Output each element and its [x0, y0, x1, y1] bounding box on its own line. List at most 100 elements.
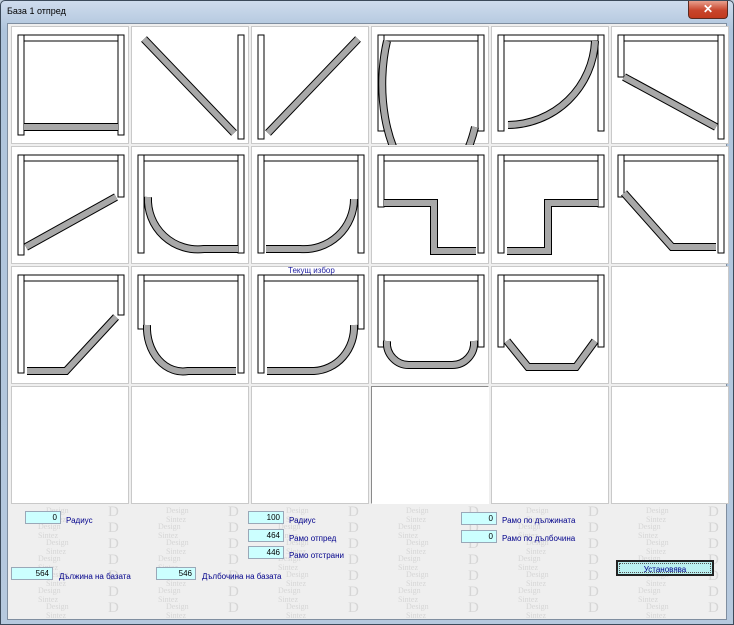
shape-option-round-small[interactable] — [371, 266, 489, 384]
rectangle-icon — [17, 34, 125, 136]
watermark-letter: D — [588, 600, 599, 616]
title-bar: База 1 отпред ✕ — [1, 1, 733, 23]
watermark-letter: D — [108, 584, 119, 600]
arc-small-right-icon — [257, 154, 365, 254]
watermark-text: DesignSintez — [406, 570, 429, 588]
watermark-text: DesignSintez — [286, 602, 309, 620]
shape-option-rectangle[interactable] — [11, 26, 129, 144]
watermark-letter: D — [348, 504, 359, 520]
watermark-letter: D — [708, 504, 719, 520]
watermark-text: DesignSintez — [646, 602, 669, 620]
shape-option-chamfer-both[interactable] — [491, 266, 609, 384]
chamfer-both-icon — [497, 274, 605, 371]
shape-option-diagonal-down[interactable] — [131, 26, 249, 144]
watermark-letter: D — [708, 536, 719, 552]
shape-grid — [11, 26, 733, 504]
empty-shape-slot — [611, 386, 729, 504]
apply-button[interactable]: Установява — [616, 560, 714, 576]
empty-shape-slot — [371, 386, 489, 504]
arc-small-left-icon — [137, 154, 245, 254]
shape-option-chamfer-right[interactable] — [611, 146, 729, 264]
watermark-text: DesignSintez — [398, 586, 421, 604]
radius-center-field[interactable]: 100 — [248, 511, 284, 524]
shape-option-round-right[interactable] — [251, 266, 369, 384]
empty-shape-slot — [11, 386, 129, 504]
watermark-text: DesignSintez — [158, 522, 181, 540]
watermark-letter: D — [228, 552, 239, 568]
watermark-letter: D — [108, 552, 119, 568]
watermark-letter: D — [348, 552, 359, 568]
close-button[interactable]: ✕ — [688, 1, 728, 19]
chamfer-left-icon — [17, 274, 125, 375]
base-length-label: Дължина на базата — [59, 572, 131, 581]
shape-option-diagonal-left[interactable] — [251, 26, 369, 144]
step-left-icon — [377, 154, 485, 255]
watermark-letter: D — [468, 584, 479, 600]
watermark-text: DesignSintez — [406, 602, 429, 620]
watermark-text: DesignSintez — [526, 602, 549, 620]
watermark-letter: D — [468, 568, 479, 584]
client-area: Текущ избор DesignSintez D DesignSintez D De… — [7, 23, 729, 620]
empty-shape-slot — [251, 386, 369, 504]
radius-left-label: Радиус — [66, 516, 93, 525]
shape-option-chamfer-left[interactable] — [11, 266, 129, 384]
radius-left-field[interactable]: 0 — [25, 511, 61, 524]
quarter-arc-icon — [377, 34, 485, 145]
watermark-letter: D — [348, 584, 359, 600]
watermark-letter: D — [588, 568, 599, 584]
watermark-letter: D — [468, 600, 479, 616]
watermark-text: DesignSintez — [38, 586, 61, 604]
diagonal-down-icon — [141, 34, 245, 140]
dialog-window: База 1 отпред ✕ Текущ избор DesignSintez… — [0, 0, 734, 625]
watermark-letter: D — [468, 552, 479, 568]
watermark-text: DesignSintez — [278, 586, 301, 604]
shape-option-arc-small-left[interactable] — [131, 146, 249, 264]
base-depth-field[interactable]: 546 — [156, 567, 196, 580]
base-length-field[interactable]: 564 — [11, 567, 53, 580]
watermark-letter: D — [228, 600, 239, 616]
angled-left-icon — [17, 154, 125, 256]
watermark-letter: D — [708, 584, 719, 600]
watermark-letter: D — [228, 536, 239, 552]
shape-option-round-both[interactable] — [131, 266, 249, 384]
round-both-icon — [137, 274, 245, 376]
watermark-text: DesignSintez — [518, 554, 541, 572]
watermark-letter: D — [588, 584, 599, 600]
watermark-text: DesignSintez — [518, 586, 541, 604]
watermark-letter: D — [588, 552, 599, 568]
watermark-letter: D — [588, 520, 599, 536]
arm-front-label: Рамо отпред — [289, 534, 337, 543]
watermark-text: DesignSintez — [38, 522, 61, 540]
shape-option-angled-left[interactable] — [11, 146, 129, 264]
watermark-letter: D — [108, 600, 119, 616]
apply-button-focus: Установява — [619, 563, 711, 574]
shape-option-quarter-arc[interactable] — [371, 26, 489, 145]
watermark-text: DesignSintez — [646, 538, 669, 556]
arm-length-field[interactable]: 0 — [461, 512, 497, 525]
watermark-text: DesignSintez — [398, 522, 421, 540]
diagonal-left-icon — [257, 34, 361, 140]
shape-option-step-left[interactable] — [371, 146, 489, 264]
arc-right-icon — [497, 34, 605, 132]
watermark-letter: D — [348, 568, 359, 584]
watermark-text: DesignSintez — [166, 602, 189, 620]
watermark-text: DesignSintez — [406, 506, 429, 524]
watermark-text: DesignSintez — [166, 506, 189, 524]
arm-front-field[interactable]: 464 — [248, 529, 284, 542]
base-depth-label: Дълбочина на базата — [202, 572, 282, 581]
watermark-letter: D — [708, 520, 719, 536]
arm-depth-field[interactable]: 0 — [461, 530, 497, 543]
shape-option-angled-right[interactable] — [611, 26, 729, 144]
shape-option-step-right[interactable] — [491, 146, 609, 264]
watermark-text: DesignSintez — [46, 538, 69, 556]
watermark-letter: D — [228, 504, 239, 520]
shape-option-arc-right[interactable] — [491, 26, 609, 144]
arm-side-field[interactable]: 446 — [248, 546, 284, 559]
watermark-letter: D — [228, 584, 239, 600]
shape-option-arc-small-right[interactable] — [251, 146, 369, 264]
watermark-text: DesignSintez — [526, 570, 549, 588]
window-title: База 1 отпред — [7, 6, 66, 16]
watermark-text: DesignSintez — [406, 538, 429, 556]
round-small-icon — [377, 274, 485, 370]
watermark-letter: D — [348, 520, 359, 536]
